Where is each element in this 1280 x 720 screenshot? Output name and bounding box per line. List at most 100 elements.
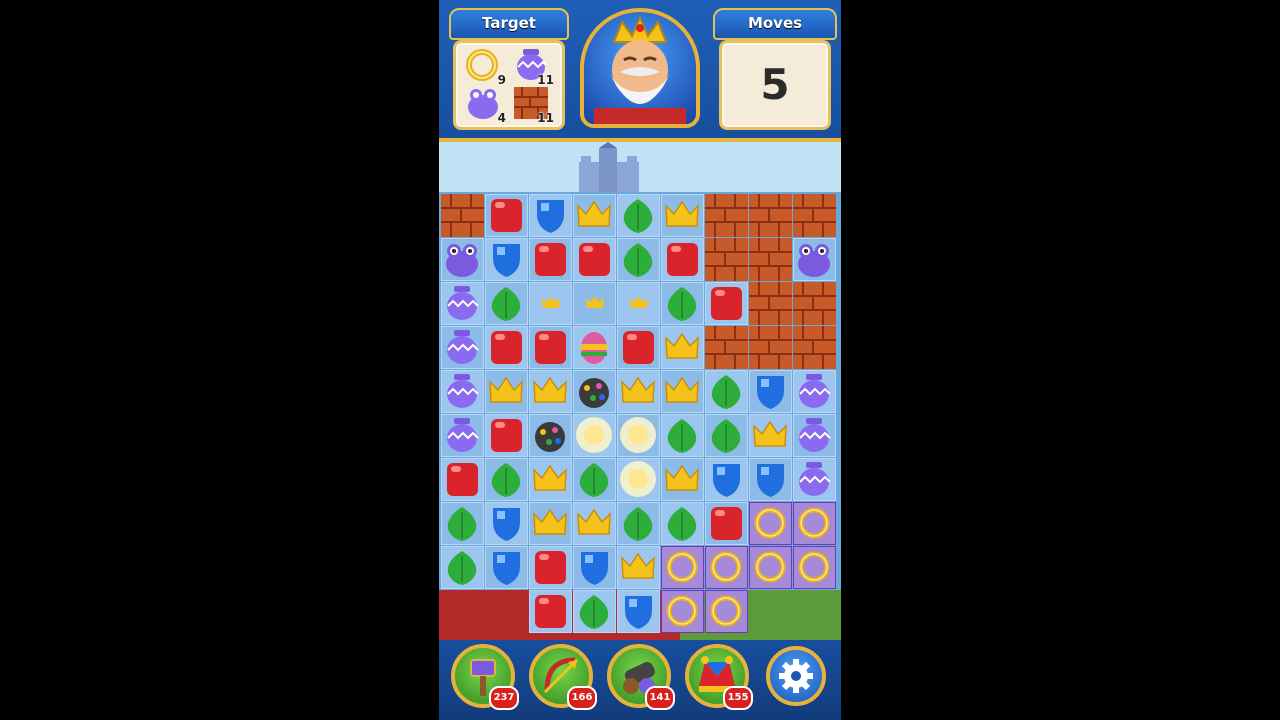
board-cell[interactable] (617, 282, 660, 325)
board-cell[interactable] (617, 546, 660, 589)
board-cell[interactable] (485, 414, 528, 457)
board-cell[interactable] (529, 414, 572, 457)
board-cell[interactable] (485, 458, 528, 501)
board-cell[interactable] (661, 458, 704, 501)
board-cell[interactable] (749, 326, 792, 369)
board-cell[interactable] (749, 546, 792, 589)
leaf-piece-icon (447, 507, 477, 541)
board-cell[interactable] (705, 546, 748, 589)
board-cell[interactable] (529, 546, 572, 589)
board-cell[interactable] (573, 590, 616, 633)
board-cell[interactable] (705, 590, 748, 633)
board-cell[interactable] (617, 326, 660, 369)
red-piece-icon (535, 551, 566, 584)
board-cell[interactable] (705, 458, 748, 501)
board-cell[interactable] (529, 238, 572, 281)
board-cell[interactable] (749, 194, 792, 237)
board-cell[interactable] (441, 194, 484, 237)
board-cell[interactable] (573, 458, 616, 501)
board-cell[interactable] (441, 326, 484, 369)
board-cell[interactable] (793, 194, 836, 237)
board-cell[interactable] (661, 282, 704, 325)
blue-piece-icon (537, 200, 564, 233)
board-cell[interactable] (661, 502, 704, 545)
booster-arrow[interactable]: 166 (529, 644, 597, 710)
booster-jester[interactable]: 155 (685, 644, 753, 710)
board-cell[interactable] (749, 502, 792, 545)
board-cell[interactable] (441, 238, 484, 281)
board-cell[interactable] (793, 546, 836, 589)
board-cell[interactable] (793, 282, 836, 325)
board-cell[interactable] (529, 194, 572, 237)
ring-piece-icon (749, 546, 792, 589)
board-cell[interactable] (485, 546, 528, 589)
board-cell[interactable] (441, 414, 484, 457)
board-cell[interactable] (661, 414, 704, 457)
leaf-piece-icon (667, 507, 697, 541)
settings-button[interactable] (766, 646, 826, 706)
board-cell[interactable] (485, 370, 528, 413)
board-cell[interactable] (485, 282, 528, 325)
board-cell[interactable] (705, 194, 748, 237)
board-cell[interactable] (529, 502, 572, 545)
board-cell[interactable] (705, 370, 748, 413)
booster-cannon[interactable]: 141 (607, 644, 675, 710)
board-cell[interactable] (573, 546, 616, 589)
board-cell[interactable] (441, 458, 484, 501)
board-cell[interactable] (441, 370, 484, 413)
board-cell[interactable] (661, 194, 704, 237)
board-cell[interactable] (573, 194, 616, 237)
board-cell[interactable] (485, 326, 528, 369)
board-cell[interactable] (529, 282, 572, 325)
board-cell[interactable] (617, 194, 660, 237)
board-cell[interactable] (705, 502, 748, 545)
board-cell[interactable] (749, 370, 792, 413)
board-cell[interactable] (749, 458, 792, 501)
board-cell[interactable] (441, 282, 484, 325)
board-cell[interactable] (793, 414, 836, 457)
board-cell[interactable] (617, 502, 660, 545)
board-cell[interactable] (529, 326, 572, 369)
board-cell[interactable] (705, 282, 748, 325)
board-cell[interactable] (573, 502, 616, 545)
board-cell[interactable] (485, 194, 528, 237)
board-cell[interactable] (661, 546, 704, 589)
board-cell[interactable] (793, 502, 836, 545)
board-cell[interactable] (573, 238, 616, 281)
leaf-piece-icon (579, 463, 609, 497)
board-cell[interactable] (661, 326, 704, 369)
board-cell[interactable] (617, 590, 660, 633)
board-cell[interactable] (617, 370, 660, 413)
board-cell[interactable] (749, 238, 792, 281)
leaf-piece-icon (623, 507, 653, 541)
board-cell[interactable] (617, 238, 660, 281)
board-cell[interactable] (617, 458, 660, 501)
board-cell[interactable] (793, 370, 836, 413)
board-cell[interactable] (749, 414, 792, 457)
board-cell[interactable] (529, 370, 572, 413)
board-cell[interactable] (573, 282, 616, 325)
board-cell[interactable] (661, 370, 704, 413)
board-cell[interactable] (441, 502, 484, 545)
board-cell[interactable] (793, 238, 836, 281)
board-cell[interactable] (705, 326, 748, 369)
board-cell[interactable] (485, 238, 528, 281)
egg-piece-icon (581, 332, 607, 364)
board-cell[interactable] (793, 326, 836, 369)
board-cell[interactable] (573, 370, 616, 413)
board-cell[interactable] (705, 238, 748, 281)
board-cell[interactable] (661, 238, 704, 281)
board-cell[interactable] (793, 458, 836, 501)
board-cell[interactable] (705, 414, 748, 457)
board-cell[interactable] (441, 546, 484, 589)
booster-hammer[interactable]: 237 (451, 644, 519, 710)
board-cell[interactable] (529, 458, 572, 501)
ring-piece-icon (661, 590, 704, 633)
board-cell[interactable] (749, 282, 792, 325)
board-cell[interactable] (617, 414, 660, 457)
board-cell[interactable] (485, 502, 528, 545)
board-cell[interactable] (573, 414, 616, 457)
board-cell[interactable] (529, 590, 572, 633)
board-cell[interactable] (661, 590, 704, 633)
board-cell[interactable] (573, 326, 616, 369)
